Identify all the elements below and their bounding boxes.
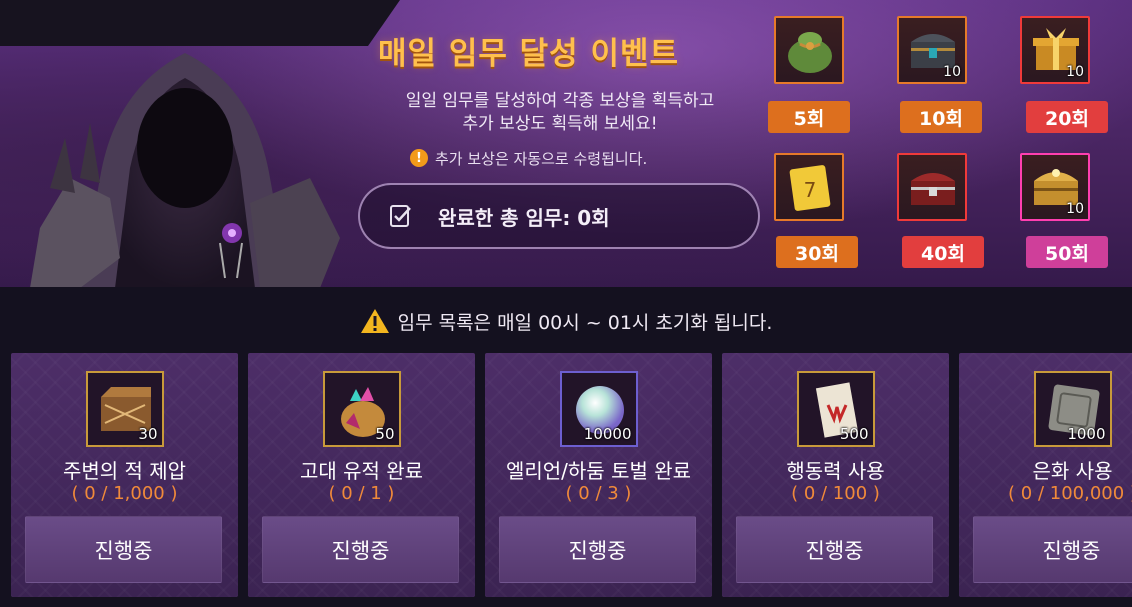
reward-10-item[interactable]: 10 <box>897 16 967 84</box>
mission-progress: ( 0 / 100,000 ) <box>1008 483 1132 504</box>
mission-progress: ( 0 / 1,000 ) <box>71 483 178 504</box>
reset-notice-text: 임무 목록은 매일 00시 ~ 01시 초기화 됩니다. <box>397 311 773 334</box>
mission-status-button[interactable]: 진행중 <box>25 516 222 583</box>
mission-title: 은화 사용 <box>1032 459 1113 483</box>
mission-card: 500 행동력 사용 ( 0 / 100 ) 진행중 <box>722 353 949 597</box>
info-icon: ! <box>410 149 428 167</box>
reward-5-item[interactable] <box>774 16 844 84</box>
warning-icon <box>360 309 389 333</box>
reward-50-item[interactable]: 10 <box>1020 153 1090 221</box>
reward-tag-10: 10회 <box>900 101 982 133</box>
hooded-figure-illustration <box>30 53 340 287</box>
mission-reward-slot[interactable]: 10000 <box>559 371 638 447</box>
loot-pouch-icon <box>788 32 832 73</box>
reward-tag-40: 40회 <box>902 236 984 268</box>
mission-status-button[interactable]: 진행중 <box>736 516 933 583</box>
total-missions-box: 완료한 총 임무: 0회 <box>358 183 760 249</box>
reward-40-item[interactable] <box>897 153 967 221</box>
reward-tag-20: 20회 <box>1026 101 1108 133</box>
reset-notice: 임무 목록은 매일 00시 ~ 01시 초기화 됩니다. <box>0 296 1132 346</box>
mission-title: 고대 유적 완료 <box>299 459 424 483</box>
mission-progress: ( 0 / 1 ) <box>328 483 395 504</box>
mission-reward-slot[interactable]: 50 <box>322 371 401 447</box>
mission-card: 1000 은화 사용 ( 0 / 100,000 ) 진행중 <box>959 353 1132 597</box>
mission-card: 50 고대 유적 완료 ( 0 / 1 ) 진행중 <box>248 353 475 597</box>
mission-status-button[interactable]: 진행중 <box>499 516 696 583</box>
reward-30-item[interactable]: 7 <box>774 153 844 221</box>
mission-progress: ( 0 / 3 ) <box>565 483 632 504</box>
banner-title: 매일 임무 달성 이벤트 <box>378 36 680 72</box>
event-banner: 매일 임무 달성 이벤트 일일 임무를 달성하여 각종 보상을 획득하고 추가 … <box>0 0 1132 287</box>
auto-claim-text: 추가 보상은 자동으로 수령됩니다. <box>435 149 648 168</box>
checklist-icon <box>390 205 411 227</box>
mission-card: 30 주변의 적 제압 ( 0 / 1,000 ) 진행중 <box>11 353 238 597</box>
mission-card: 10000 엘리언/하둠 토벌 완료 ( 0 / 3 ) 진행중 <box>485 353 712 597</box>
mission-status-button[interactable]: 진행중 <box>973 516 1132 583</box>
reward-tag-30: 30회 <box>776 236 858 268</box>
mission-title: 엘리언/하둠 토벌 완료 <box>505 459 692 483</box>
reward-tag-50: 50회 <box>1026 236 1108 268</box>
scroll-ticket-icon: 7 <box>789 165 831 211</box>
mission-reward-slot[interactable]: 30 <box>85 371 164 447</box>
total-missions-label: 완료한 총 임무: 0회 <box>438 205 610 230</box>
mission-progress: ( 0 / 100 ) <box>791 483 880 504</box>
banner-description: 일일 임무를 달성하여 각종 보상을 획득하고 추가 보상도 획득해 보세요! <box>405 91 715 134</box>
mission-reward-slot[interactable]: 1000 <box>1033 371 1112 447</box>
svg-text:7: 7 <box>804 178 817 202</box>
mission-status-button[interactable]: 진행중 <box>262 516 459 583</box>
reward-20-item[interactable]: 10 <box>1020 16 1090 84</box>
mission-reward-slot[interactable]: 500 <box>796 371 875 447</box>
reward-tag-5: 5회 <box>768 101 850 133</box>
mission-title: 주변의 적 제압 <box>62 459 187 483</box>
red-chest-icon <box>911 173 955 205</box>
auto-claim-notice: ! 추가 보상은 자동으로 수령됩니다. <box>410 147 647 169</box>
mission-title: 행동력 사용 <box>786 459 885 483</box>
